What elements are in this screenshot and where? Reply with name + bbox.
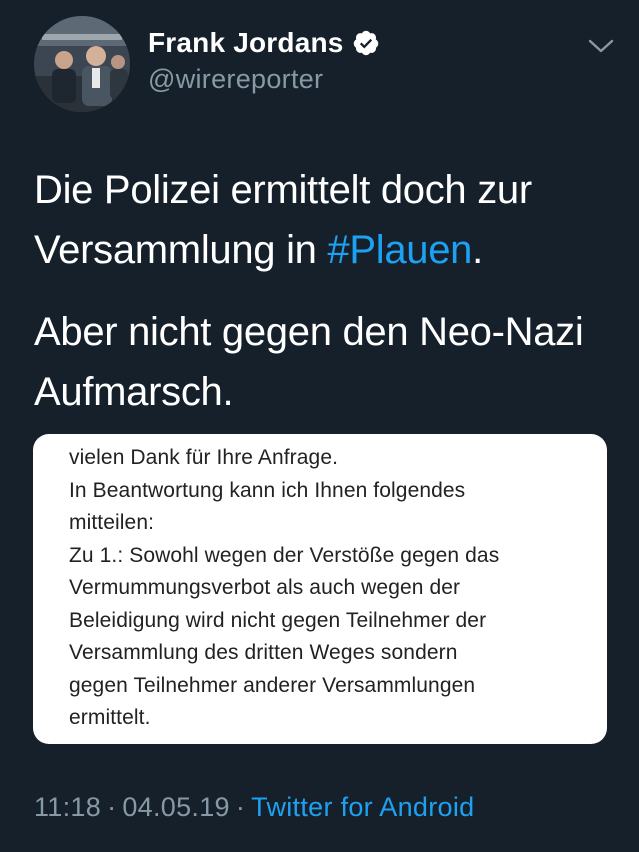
display-name[interactable]: Frank Jordans: [148, 27, 344, 59]
tweet-time[interactable]: 11:18: [34, 792, 101, 822]
attachment-line: vielen Dank für Ihre Anfrage.: [69, 446, 339, 469]
attachment-line: gegen Teilnehmer anderer Versammlungen: [69, 673, 476, 697]
separator: ·: [235, 792, 246, 822]
verified-badge-icon: [352, 29, 380, 57]
attachment-line: In Beantwortung kann ich Ihnen folgendes: [69, 478, 466, 502]
tweet-metadata: 11:18 · 04.05.19 · Twitter for Android: [34, 792, 474, 823]
tweet-source-link[interactable]: Twitter for Android: [251, 792, 474, 822]
separator: ·: [107, 792, 117, 822]
attachment-line: ermittelt.: [69, 706, 151, 729]
tweet-text: Die Polizei ermittelt doch zur Versammlu…: [34, 160, 614, 444]
hashtag-link[interactable]: #Plauen: [327, 228, 472, 272]
attachment-line: Zu 1.: Sowohl wegen der Verstöße gegen d…: [69, 543, 500, 567]
attachment-line: mitteilen:: [69, 511, 155, 534]
attachment-line: Versammlung des dritten Weges sondern: [69, 641, 458, 664]
tweet: Frank Jordans @wirereporter Die Polizei …: [0, 0, 639, 852]
attachment-line: Vermummungsverbot als auch wegen der: [69, 576, 461, 599]
tweet-date[interactable]: 04.05.19: [122, 792, 230, 822]
name-row: Frank Jordans: [148, 24, 380, 62]
avatar[interactable]: [34, 16, 130, 112]
avatar-photo: [34, 16, 130, 112]
tweet-paragraph-1: Die Polizei ermittelt doch zur Versammlu…: [34, 160, 614, 280]
tweet-text-suffix: .: [472, 228, 483, 272]
chevron-down-icon[interactable]: [588, 36, 614, 56]
author-info[interactable]: Frank Jordans @wirereporter: [148, 24, 380, 95]
handle[interactable]: @wirereporter: [148, 64, 380, 95]
attachment-line: Beleidigung wird nicht gegen Teilnehmer …: [69, 608, 487, 632]
attached-image-text: vielen Dank für Ihre Anfrage. In Beantwo…: [69, 442, 589, 735]
tweet-paragraph-2: Aber nicht gegen den Neo-Nazi Aufmarsch.: [34, 310, 584, 414]
attached-image[interactable]: vielen Dank für Ihre Anfrage. In Beantwo…: [33, 434, 607, 744]
